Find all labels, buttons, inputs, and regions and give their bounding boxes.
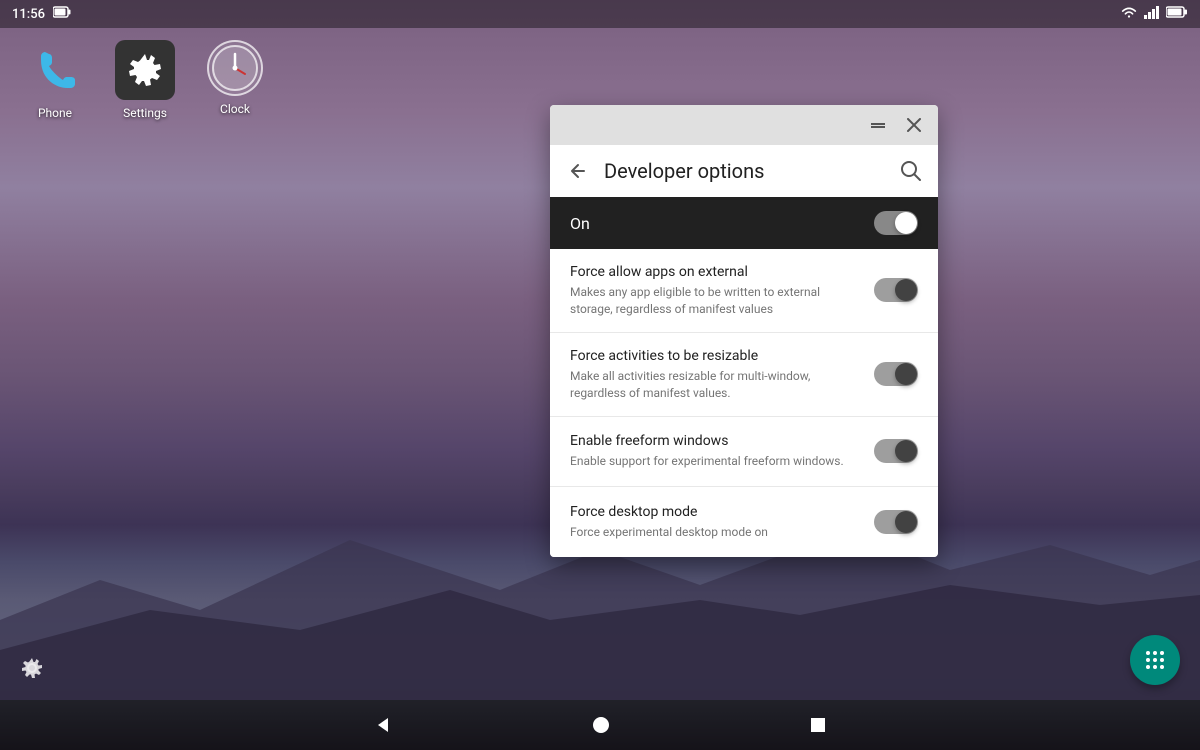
setting-item-resizable[interactable]: Force activities to be resizable Make al…	[550, 333, 938, 417]
setting-desc-desktop-mode: Force experimental desktop mode on	[570, 524, 858, 541]
back-arrow-icon	[566, 160, 588, 182]
clock-icon-container	[207, 40, 263, 96]
app-icon-settings[interactable]: Settings	[110, 40, 180, 120]
developer-options-dialog: Developer options On Force allow apps on…	[550, 105, 938, 557]
phone-label: Phone	[38, 106, 72, 120]
settings-icon-container	[115, 40, 175, 100]
desktop-icons: Phone Settings Clock	[20, 40, 270, 120]
search-icon	[900, 160, 922, 182]
nav-home-button[interactable]	[592, 716, 610, 734]
status-bar-right	[1120, 5, 1188, 23]
setting-text-desktop-mode: Force desktop mode Force experimental de…	[570, 503, 874, 541]
toggle-freeform[interactable]	[874, 439, 918, 463]
wifi-icon	[1120, 5, 1138, 23]
time-display: 11:56	[12, 7, 45, 22]
clock-icon	[211, 44, 259, 92]
battery-icon	[1166, 6, 1188, 22]
setting-title-desktop-mode: Force desktop mode	[570, 503, 858, 521]
app-drawer-fab[interactable]	[1130, 635, 1180, 685]
on-label: On	[570, 214, 590, 233]
app-icon-clock[interactable]: Clock	[200, 40, 270, 120]
setting-text-force-external: Force allow apps on external Makes any a…	[570, 263, 874, 318]
phone-icon	[29, 44, 81, 96]
nav-recents-icon	[810, 717, 826, 733]
minimize-icon	[870, 119, 886, 131]
setting-text-resizable: Force activities to be resizable Make al…	[570, 347, 874, 402]
toggle-resizable[interactable]	[874, 362, 918, 386]
battery-status-icon	[53, 6, 71, 22]
close-icon	[907, 118, 921, 132]
developer-on-toggle[interactable]	[874, 211, 918, 235]
minimize-button[interactable]	[866, 113, 890, 137]
dialog-titlebar	[550, 105, 938, 145]
setting-item-freeform[interactable]: Enable freeform windows Enable support f…	[550, 417, 938, 487]
setting-item-desktop-mode[interactable]: Force desktop mode Force experimental de…	[550, 487, 938, 557]
phone-icon-container	[25, 40, 85, 100]
setting-desc-force-external: Makes any app eligible to be written to …	[570, 284, 858, 318]
toggle-thumb-resizable	[895, 363, 917, 385]
developer-on-row[interactable]: On	[550, 197, 938, 249]
dialog-search-button[interactable]	[900, 160, 922, 182]
setting-desc-freeform: Enable support for experimental freeform…	[570, 453, 858, 470]
setting-item-force-external[interactable]: Force allow apps on external Makes any a…	[550, 249, 938, 333]
nav-home-icon	[592, 716, 610, 734]
bottom-settings-button[interactable]	[20, 656, 44, 685]
setting-title-freeform: Enable freeform windows	[570, 432, 858, 450]
settings-list: Force allow apps on external Makes any a…	[550, 249, 938, 557]
setting-title-resizable: Force activities to be resizable	[570, 347, 858, 365]
toggle-thumb-freeform	[895, 440, 917, 462]
dialog-title: Developer options	[604, 159, 884, 183]
clock-label: Clock	[220, 102, 250, 116]
dialog-back-button[interactable]	[566, 160, 588, 182]
nav-back-icon	[374, 716, 392, 734]
setting-desc-resizable: Make all activities resizable for multi-…	[570, 368, 858, 402]
status-bar: 11:56	[0, 0, 1200, 28]
toggle-thumb-desktop-mode	[895, 511, 917, 533]
dialog-header: Developer options	[550, 145, 938, 197]
bottom-gear-icon	[20, 656, 44, 680]
app-icon-phone[interactable]: Phone	[20, 40, 90, 120]
close-button[interactable]	[902, 113, 926, 137]
nav-back-button[interactable]	[374, 716, 392, 734]
setting-title-force-external: Force allow apps on external	[570, 263, 858, 281]
setting-text-freeform: Enable freeform windows Enable support f…	[570, 432, 874, 470]
apps-grid-icon	[1143, 648, 1167, 672]
navigation-bar	[0, 700, 1200, 750]
settings-label: Settings	[123, 106, 167, 120]
status-bar-left: 11:56	[12, 6, 71, 22]
toggle-thumb-force-external	[895, 279, 917, 301]
settings-gear-icon	[127, 52, 163, 88]
toggle-desktop-mode[interactable]	[874, 510, 918, 534]
toggle-force-external[interactable]	[874, 278, 918, 302]
toggle-thumb-on	[895, 212, 917, 234]
signal-icon	[1144, 5, 1160, 23]
nav-recents-button[interactable]	[810, 717, 826, 733]
